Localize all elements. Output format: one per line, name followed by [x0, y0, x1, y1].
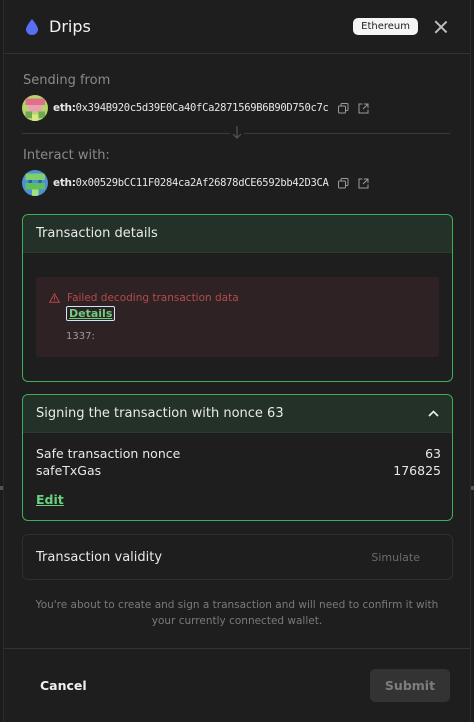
copy-icon[interactable]	[337, 102, 349, 114]
close-icon[interactable]	[434, 20, 448, 34]
chain-badge: Ethereum	[353, 18, 418, 35]
signing-header[interactable]: Signing the transaction with nonce 63	[23, 395, 452, 433]
sender-avatar	[22, 95, 48, 121]
sender-address: eth:0x394B920c5d39E0Ca40fCa2871569B6B90D…	[53, 102, 329, 114]
transaction-modal: Drips Ethereum Sending from eth:0x394B92…	[3, 0, 471, 722]
chevron-up-icon[interactable]	[427, 408, 439, 420]
decode-error-text: Failed decoding transaction data	[67, 292, 239, 304]
contract-chain-prefix: eth:	[53, 177, 76, 189]
copy-icon[interactable]	[337, 177, 349, 189]
sending-from-label: Sending from	[23, 73, 111, 88]
cancel-button[interactable]: Cancel	[40, 678, 87, 693]
warning-icon	[49, 293, 60, 303]
contract-address-row: eth:0x00529bCC11F0284ca2Af26878dCE6592bb…	[22, 170, 369, 196]
confirmation-note: You're about to create and sign a transa…	[35, 599, 439, 627]
transaction-validity-card: Transaction validity Simulate	[22, 534, 453, 580]
contract-address: eth:0x00529bCC11F0284ca2Af26878dCE6592bb…	[53, 177, 329, 189]
arrow-down-icon	[230, 125, 244, 141]
modal-title: Drips	[49, 17, 91, 36]
interact-with-label: Interact with:	[23, 148, 110, 163]
edit-link[interactable]: Edit	[36, 492, 64, 507]
contract-address-value: 0x00529bCC11F0284ca2Af26878dCE6592bb42D3…	[75, 177, 329, 189]
simulate-button[interactable]: Simulate	[371, 551, 420, 564]
safetxgas-value: 176825	[393, 463, 441, 478]
sender-address-row: eth:0x394B920c5d39E0Ca40fCa2871569B6B90D…	[22, 95, 369, 121]
external-link-icon[interactable]	[358, 103, 369, 114]
submit-button[interactable]: Submit	[370, 669, 450, 702]
sender-address-value: 0x394B920c5d39E0Ca40fCa2871569B6B90D750c…	[75, 102, 329, 114]
drop-icon	[25, 18, 39, 36]
transaction-validity-label: Transaction validity	[36, 549, 163, 565]
sender-chain-prefix: eth:	[53, 102, 76, 114]
safetxgas-label: safeTxGas	[36, 463, 102, 478]
transaction-details-title: Transaction details	[36, 226, 158, 241]
safetxgas-row: safeTxGas 176825	[36, 463, 441, 478]
contract-avatar	[22, 170, 48, 196]
nonce-label: Safe transaction nonce	[36, 446, 181, 461]
nonce-value: 63	[425, 446, 441, 461]
signing-title: Signing the transaction with nonce 63	[36, 406, 284, 421]
decode-error-box: Failed decoding transaction data Details…	[36, 277, 439, 357]
details-link[interactable]: Details	[66, 306, 116, 321]
modal-footer: Cancel Submit	[4, 648, 470, 722]
error-code: 1337:	[66, 331, 95, 342]
transaction-details-header: Transaction details	[23, 215, 452, 253]
modal-header: Drips Ethereum	[4, 0, 470, 54]
decode-error-message: Failed decoding transaction data	[49, 292, 239, 304]
transaction-details-card: Transaction details Failed decoding tran…	[22, 214, 453, 382]
external-link-icon[interactable]	[358, 178, 369, 189]
nonce-row: Safe transaction nonce 63	[36, 446, 441, 461]
signing-card: Signing the transaction with nonce 63 Sa…	[22, 394, 453, 521]
